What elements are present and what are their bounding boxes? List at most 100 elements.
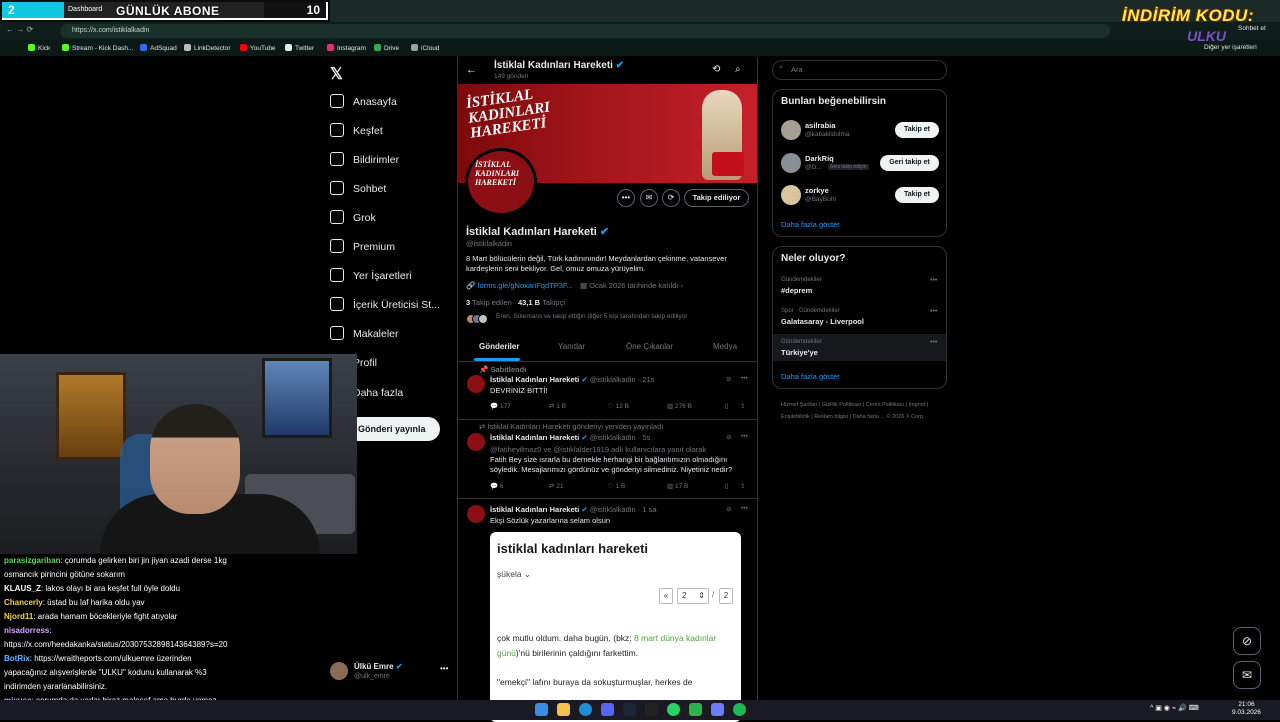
like-button[interactable]: ♡ 12 B	[608, 402, 629, 410]
more-options-button[interactable]: •••	[617, 189, 635, 207]
clock[interactable]: 21:06 9.03.2026	[1232, 701, 1261, 717]
suggestion-name[interactable]: DarkRiq	[805, 154, 834, 163]
app-icon[interactable]	[689, 703, 702, 716]
tab-media[interactable]: Medya	[713, 342, 737, 351]
subscribe-button[interactable]: ⟳	[662, 189, 680, 207]
follow-stats[interactable]: 3 Takip edilen 43,1 B Takipçi	[466, 298, 565, 307]
bookmark-twitter[interactable]: Twitter	[285, 44, 314, 52]
file-explorer-icon[interactable]	[557, 703, 570, 716]
sidebar-item-5[interactable]: Grok	[330, 210, 376, 230]
messages-float-button[interactable]: ✉	[1233, 661, 1261, 689]
chat-username[interactable]: Njord11	[4, 612, 33, 621]
grok-summary-icon[interactable]: ⟲	[712, 64, 720, 75]
avatar[interactable]	[781, 153, 801, 173]
nav-arrows-icon[interactable]: ← → ⟳	[6, 25, 33, 34]
chat-username[interactable]: parasizgariban	[4, 556, 60, 565]
views-count[interactable]: ▥ 17 B	[667, 482, 688, 490]
follow-back-button[interactable]: Geri takip et	[880, 155, 939, 171]
more-icon[interactable]: •••	[930, 308, 937, 315]
more-icon[interactable]: •••	[741, 375, 748, 382]
avatar[interactable]	[781, 185, 801, 205]
whatsapp-icon[interactable]	[667, 703, 680, 716]
sidebar-item-7[interactable]: Yer İşaretleri	[330, 268, 412, 288]
bookmark-icloud[interactable]: iCloud	[411, 44, 439, 52]
tab-posts[interactable]: Gönderiler	[479, 342, 519, 351]
bookmark-youtube[interactable]: YouTube	[240, 44, 276, 52]
tab-replies[interactable]: Yanıtlar	[558, 342, 585, 351]
follow-button[interactable]: Takip et	[895, 122, 939, 138]
spotify-icon[interactable]	[733, 703, 746, 716]
more-icon[interactable]: •••	[741, 433, 748, 440]
app-icon[interactable]	[711, 703, 724, 716]
back-arrow-icon[interactable]: ←	[466, 64, 477, 76]
other-bookmarks-folder[interactable]: Diğer yer işaretleri	[1204, 44, 1257, 51]
repost-button[interactable]: ⇄ 1 B	[549, 402, 566, 410]
share-icon[interactable]: ⇪	[740, 402, 745, 410]
avatar[interactable]	[467, 505, 485, 523]
x-logo-icon[interactable]: 𝕏	[330, 64, 346, 83]
grok-icon[interactable]: ⊘	[726, 433, 731, 441]
more-icon[interactable]: •••	[741, 505, 748, 512]
grok-float-button[interactable]: ⊘	[1233, 627, 1261, 655]
trend-name[interactable]: #deprem	[781, 286, 812, 295]
profile-link[interactable]: 🔗 forms.gle/gNoxariFqdTP3F...	[466, 281, 573, 290]
avatar[interactable]	[467, 433, 485, 451]
sohbet-et-button[interactable]: Sohbet et	[1238, 25, 1266, 32]
more-icon[interactable]: •••	[440, 664, 448, 673]
obs-icon[interactable]	[645, 703, 658, 716]
search-icon[interactable]: ⌕	[735, 64, 741, 75]
suggestion-name[interactable]: zorkye	[805, 186, 829, 195]
search-input[interactable]: Ara	[772, 60, 947, 80]
sidebar-item-3[interactable]: Bildirimler	[330, 152, 399, 172]
repost-button[interactable]: ⇄ 21	[549, 482, 564, 490]
avatar[interactable]	[467, 375, 485, 393]
account-switcher[interactable]: Ülkü Emre ✔ @ulk_emre •••	[330, 660, 455, 684]
chat-username[interactable]: KLAUS_Z	[4, 584, 41, 593]
discord-icon[interactable]	[601, 703, 614, 716]
suggestion-name[interactable]: asilrabia	[805, 121, 835, 130]
chat-username[interactable]: nisadorress	[4, 626, 49, 635]
show-more-link[interactable]: Daha fazla göster	[781, 220, 840, 229]
bookmark-adsquad[interactable]: AdSquad	[140, 44, 177, 52]
more-icon[interactable]: •••	[930, 339, 937, 346]
reply-button[interactable]: 💬 177	[490, 402, 511, 410]
bookmark-icon[interactable]: ▯	[725, 482, 729, 490]
trend-name[interactable]: Galatasaray - Liverpool	[781, 317, 864, 326]
like-button[interactable]: ♡ 1 B	[608, 482, 625, 490]
grok-icon[interactable]: ⊘	[726, 375, 731, 383]
sidebar-item-9[interactable]: Makaleler	[330, 326, 399, 346]
followed-by-text[interactable]: Eren, Sülemans ve takip ettiğin diğer 5 …	[496, 313, 688, 320]
grok-icon[interactable]: ⊘	[726, 505, 731, 513]
sidebar-item-4[interactable]: Sohbet	[330, 181, 386, 201]
reply-to-text[interactable]: @fatiheyilmaz0 ve @istiklalder1919 adlı …	[490, 445, 706, 454]
bookmark-linkdetector[interactable]: LinkDetector	[184, 44, 231, 52]
bookmark-kick[interactable]: Kick	[28, 44, 50, 52]
sidebar-item-8[interactable]: İçerik Üreticisi St...	[330, 297, 440, 317]
trend-name[interactable]: Türkiye'ye	[781, 348, 818, 357]
bookmark-instagram[interactable]: Instagram	[327, 44, 366, 52]
following-button[interactable]: Takip ediliyor	[684, 189, 749, 207]
avatar[interactable]	[781, 120, 801, 140]
views-count[interactable]: ▥ 276 B	[667, 402, 692, 410]
sidebar-item-1[interactable]: Anasayfa	[330, 94, 397, 114]
chat-username[interactable]: BotRix	[4, 654, 30, 663]
share-icon[interactable]: ⇪	[740, 482, 745, 490]
reply-button[interactable]: 💬 6	[490, 482, 504, 490]
show-more-link[interactable]: Daha fazla göster	[781, 372, 840, 381]
footer-links[interactable]: Hizmet Şartları | Gizlilik Politikası | …	[781, 399, 941, 423]
edge-icon[interactable]	[579, 703, 592, 716]
message-button[interactable]: ✉	[640, 189, 658, 207]
sidebar-item-2[interactable]: Keşfet	[330, 123, 383, 143]
post-button[interactable]: Gönderi yayınla	[344, 417, 440, 441]
bookmark-icon[interactable]: ▯	[725, 402, 729, 410]
bookmark-drive[interactable]: Drive	[374, 44, 399, 52]
sidebar-item-6[interactable]: Premium	[330, 239, 395, 259]
chat-username[interactable]: Chancerly	[4, 598, 43, 607]
system-tray-icons[interactable]: ^ ▣ ◉ ⌁ 🔊 ⌨	[1150, 704, 1199, 712]
bookmark-stream-kick-dash[interactable]: Stream - Kick Dash...	[62, 44, 133, 52]
tweet-image[interactable]	[490, 532, 741, 722]
windows-start-icon[interactable]	[535, 703, 548, 716]
tab-highlights[interactable]: Öne Çıkanlar	[626, 342, 673, 351]
steam-icon[interactable]	[623, 703, 636, 716]
follow-button[interactable]: Takip et	[895, 187, 939, 203]
